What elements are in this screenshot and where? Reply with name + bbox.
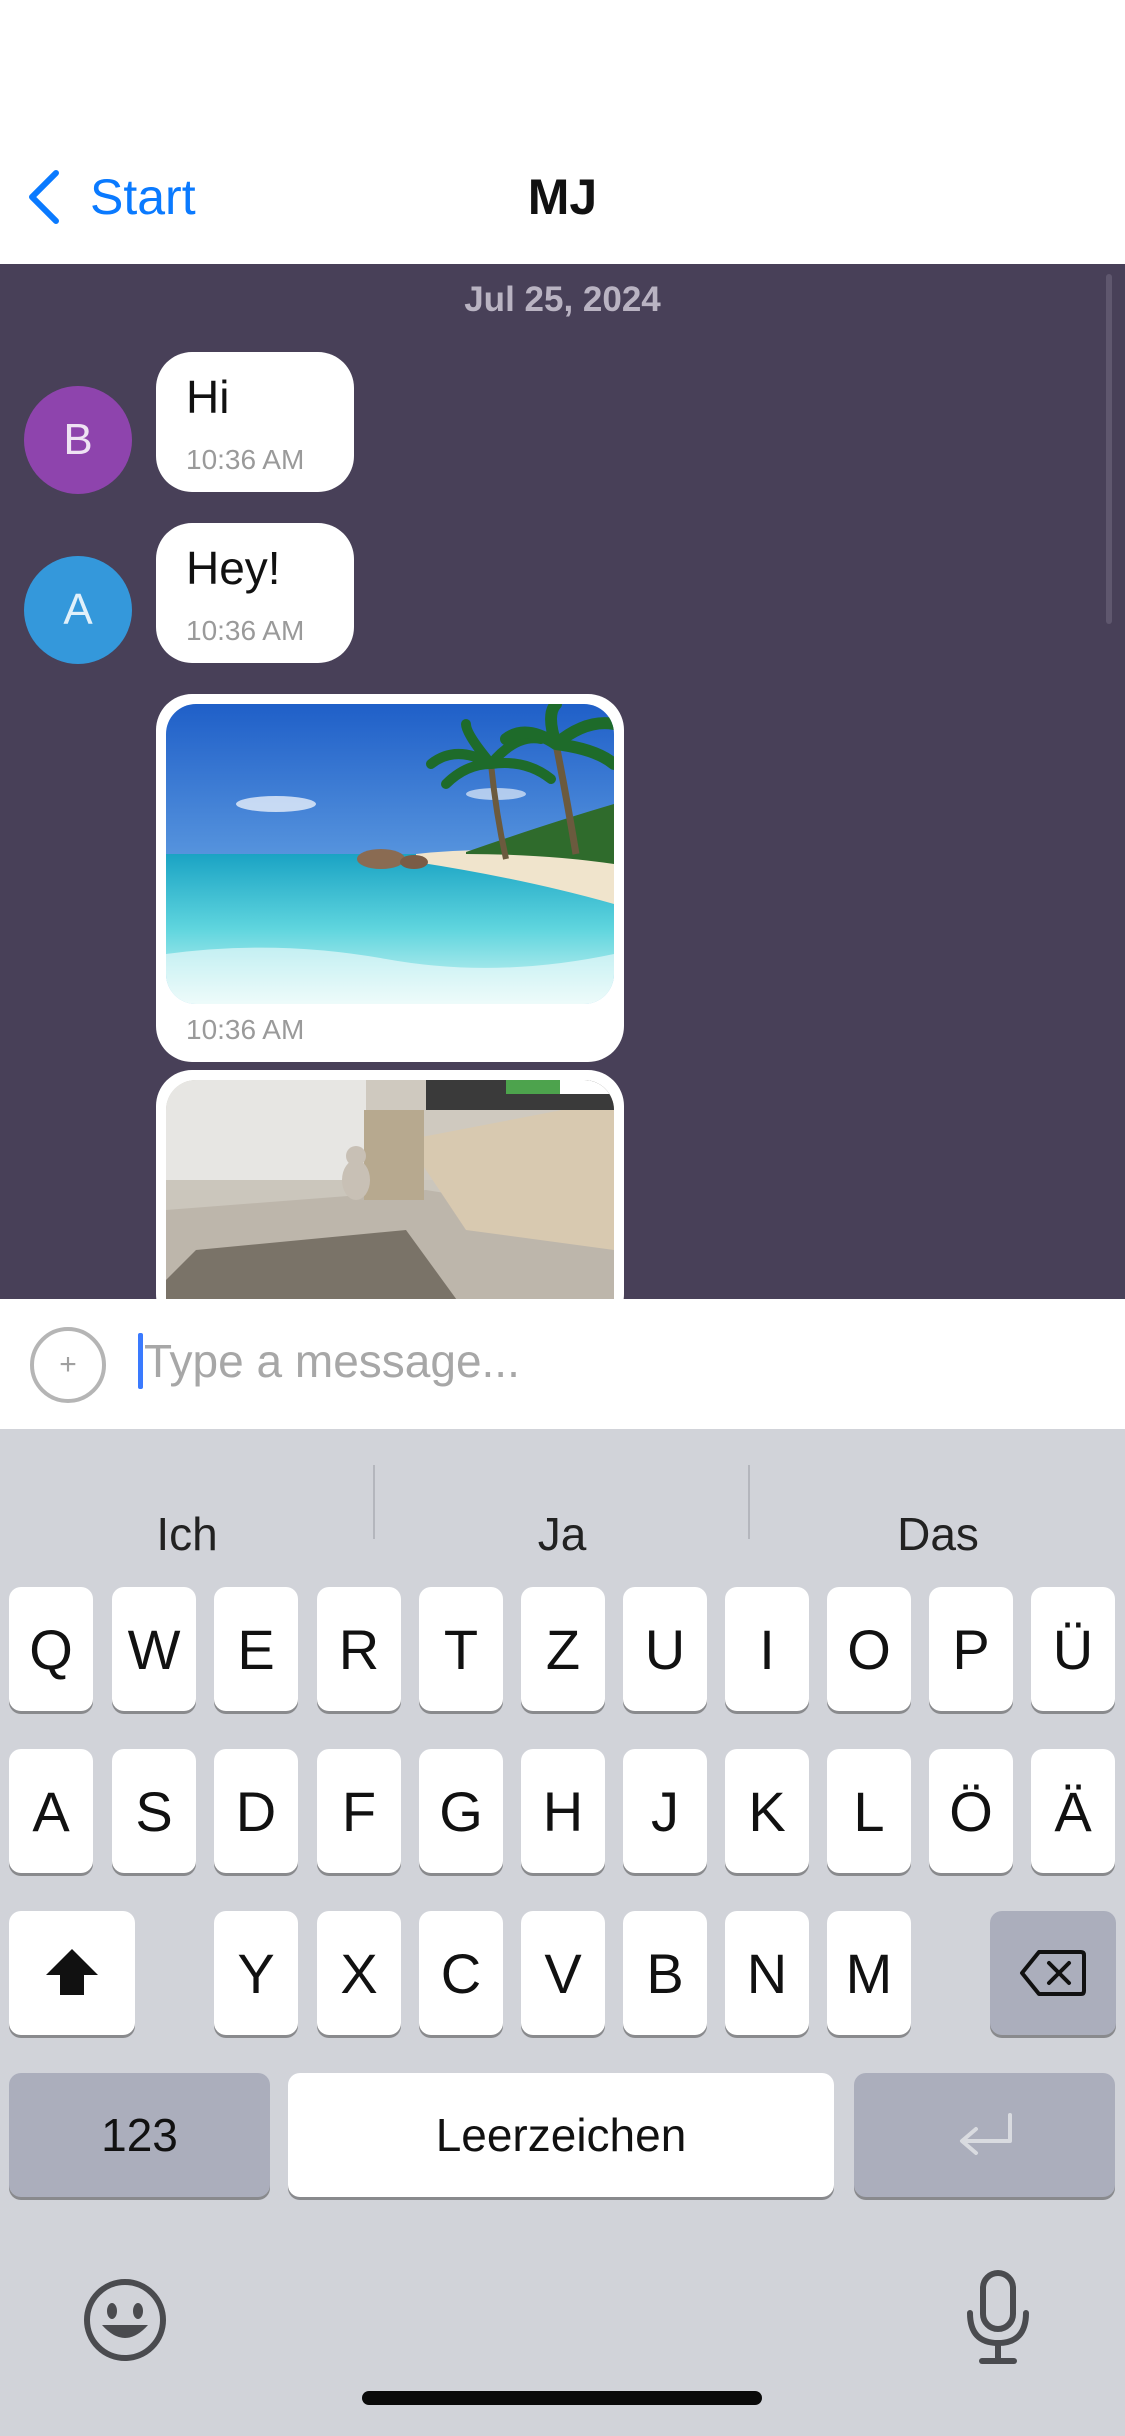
date-separator: Jul 25, 2024 — [464, 280, 661, 319]
emoji-icon — [84, 2279, 166, 2361]
key[interactable]: A — [9, 1749, 93, 1873]
key[interactable]: O — [827, 1587, 911, 1711]
key[interactable]: X — [317, 1911, 401, 2035]
key[interactable]: G — [419, 1749, 503, 1873]
chat-area[interactable]: Jul 25, 2024 B Hi 10:36 AM A Hey! 10:36 … — [0, 264, 1125, 1299]
key[interactable]: Ü — [1031, 1587, 1115, 1711]
suggestion-1[interactable]: Ich — [0, 1459, 374, 1579]
avatar-letter: B — [63, 415, 93, 464]
key[interactable]: B — [623, 1911, 707, 2035]
text-cursor — [138, 1333, 143, 1389]
message-bubble[interactable]: Hey! 10:36 AM — [156, 523, 354, 663]
plus-circle-icon[interactable]: + — [30, 1327, 106, 1403]
key[interactable]: P — [929, 1587, 1013, 1711]
key[interactable]: S — [112, 1749, 196, 1873]
delete-key[interactable] — [990, 1911, 1116, 2035]
nav-header: Start MJ — [0, 0, 1125, 264]
shift-key[interactable] — [9, 1911, 135, 2035]
return-icon — [959, 2113, 1012, 2155]
microphone-button[interactable] — [958, 2269, 1038, 2369]
message-time: 10:36 AM — [186, 1014, 305, 1045]
beach-photo-image — [166, 704, 614, 1004]
key[interactable]: Ä — [1031, 1749, 1115, 1873]
message-composer: + — [0, 1299, 1125, 1429]
key[interactable]: R — [317, 1587, 401, 1711]
chat-scrollbar[interactable] — [1106, 274, 1112, 624]
key[interactable]: N — [725, 1911, 809, 2035]
avatar[interactable]: B — [24, 386, 132, 494]
room-with-cat-photo-image — [166, 1080, 614, 1299]
key[interactable]: Y — [214, 1911, 298, 2035]
message-bubble[interactable]: Hi 10:36 AM — [156, 352, 354, 492]
keyboard: Ich Ja Das Q W E R T Z U I O P Ü A S D F… — [0, 1429, 1125, 2436]
image-message-bubble[interactable] — [156, 1070, 624, 1299]
key[interactable]: Ö — [929, 1749, 1013, 1873]
space-key[interactable]: Leerzeichen — [288, 2073, 834, 2197]
suggestion-3[interactable]: Das — [751, 1459, 1125, 1579]
key[interactable]: D — [214, 1749, 298, 1873]
image-message-bubble[interactable]: 10:36 AM — [156, 694, 624, 1062]
key[interactable]: M — [827, 1911, 911, 2035]
beach-photo[interactable] — [166, 704, 614, 1004]
key[interactable]: J — [623, 1749, 707, 1873]
key[interactable]: C — [419, 1911, 503, 2035]
microphone-icon — [967, 2270, 1029, 2364]
message-time: 10:36 AM — [186, 444, 305, 475]
emoji-button[interactable] — [80, 2275, 170, 2365]
key[interactable]: V — [521, 1911, 605, 2035]
key[interactable]: W — [112, 1587, 196, 1711]
key[interactable]: L — [827, 1749, 911, 1873]
message-text: Hey! — [186, 542, 281, 594]
key[interactable]: Q — [9, 1587, 93, 1711]
numbers-key[interactable]: 123 — [9, 2073, 270, 2197]
key[interactable]: U — [623, 1587, 707, 1711]
key[interactable]: T — [419, 1587, 503, 1711]
shift-icon — [46, 1949, 98, 1995]
home-indicator[interactable] — [362, 2391, 762, 2405]
avatar[interactable]: A — [24, 556, 132, 664]
suggestion-divider — [748, 1465, 750, 1539]
conversation-title: MJ — [527, 169, 598, 225]
message-time: 10:36 AM — [186, 615, 305, 646]
message-text: Hi — [186, 371, 230, 423]
room-with-cat-photo[interactable] — [166, 1080, 614, 1299]
key[interactable]: F — [317, 1749, 401, 1873]
message-input[interactable] — [144, 1323, 1044, 1399]
avatar-letter: A — [63, 585, 93, 634]
return-key[interactable] — [854, 2073, 1115, 2197]
key[interactable]: H — [521, 1749, 605, 1873]
key[interactable]: E — [214, 1587, 298, 1711]
key[interactable]: I — [725, 1587, 809, 1711]
delete-icon — [1020, 1950, 1086, 1996]
suggestion-2[interactable]: Ja — [375, 1459, 749, 1579]
key[interactable]: Z — [521, 1587, 605, 1711]
key[interactable]: K — [725, 1749, 809, 1873]
